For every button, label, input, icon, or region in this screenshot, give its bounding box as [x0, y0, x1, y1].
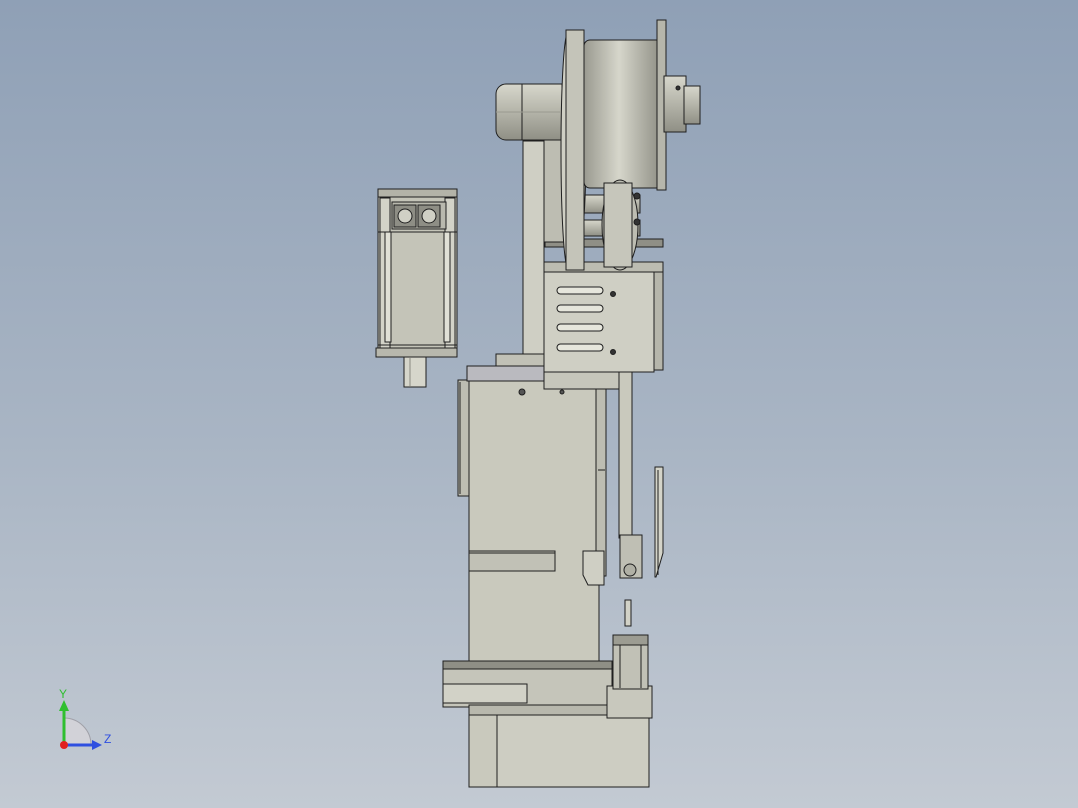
servo-motor[interactable]: [375, 188, 458, 388]
orientation-triad: [59, 700, 102, 750]
graphics-viewport[interactable]: Y Z: [0, 0, 1078, 808]
y-axis-label: Y: [59, 687, 68, 701]
z-axis-label: Z: [104, 732, 112, 746]
cad-model-view[interactable]: [0, 0, 1078, 808]
guide-blade[interactable]: [618, 371, 664, 627]
